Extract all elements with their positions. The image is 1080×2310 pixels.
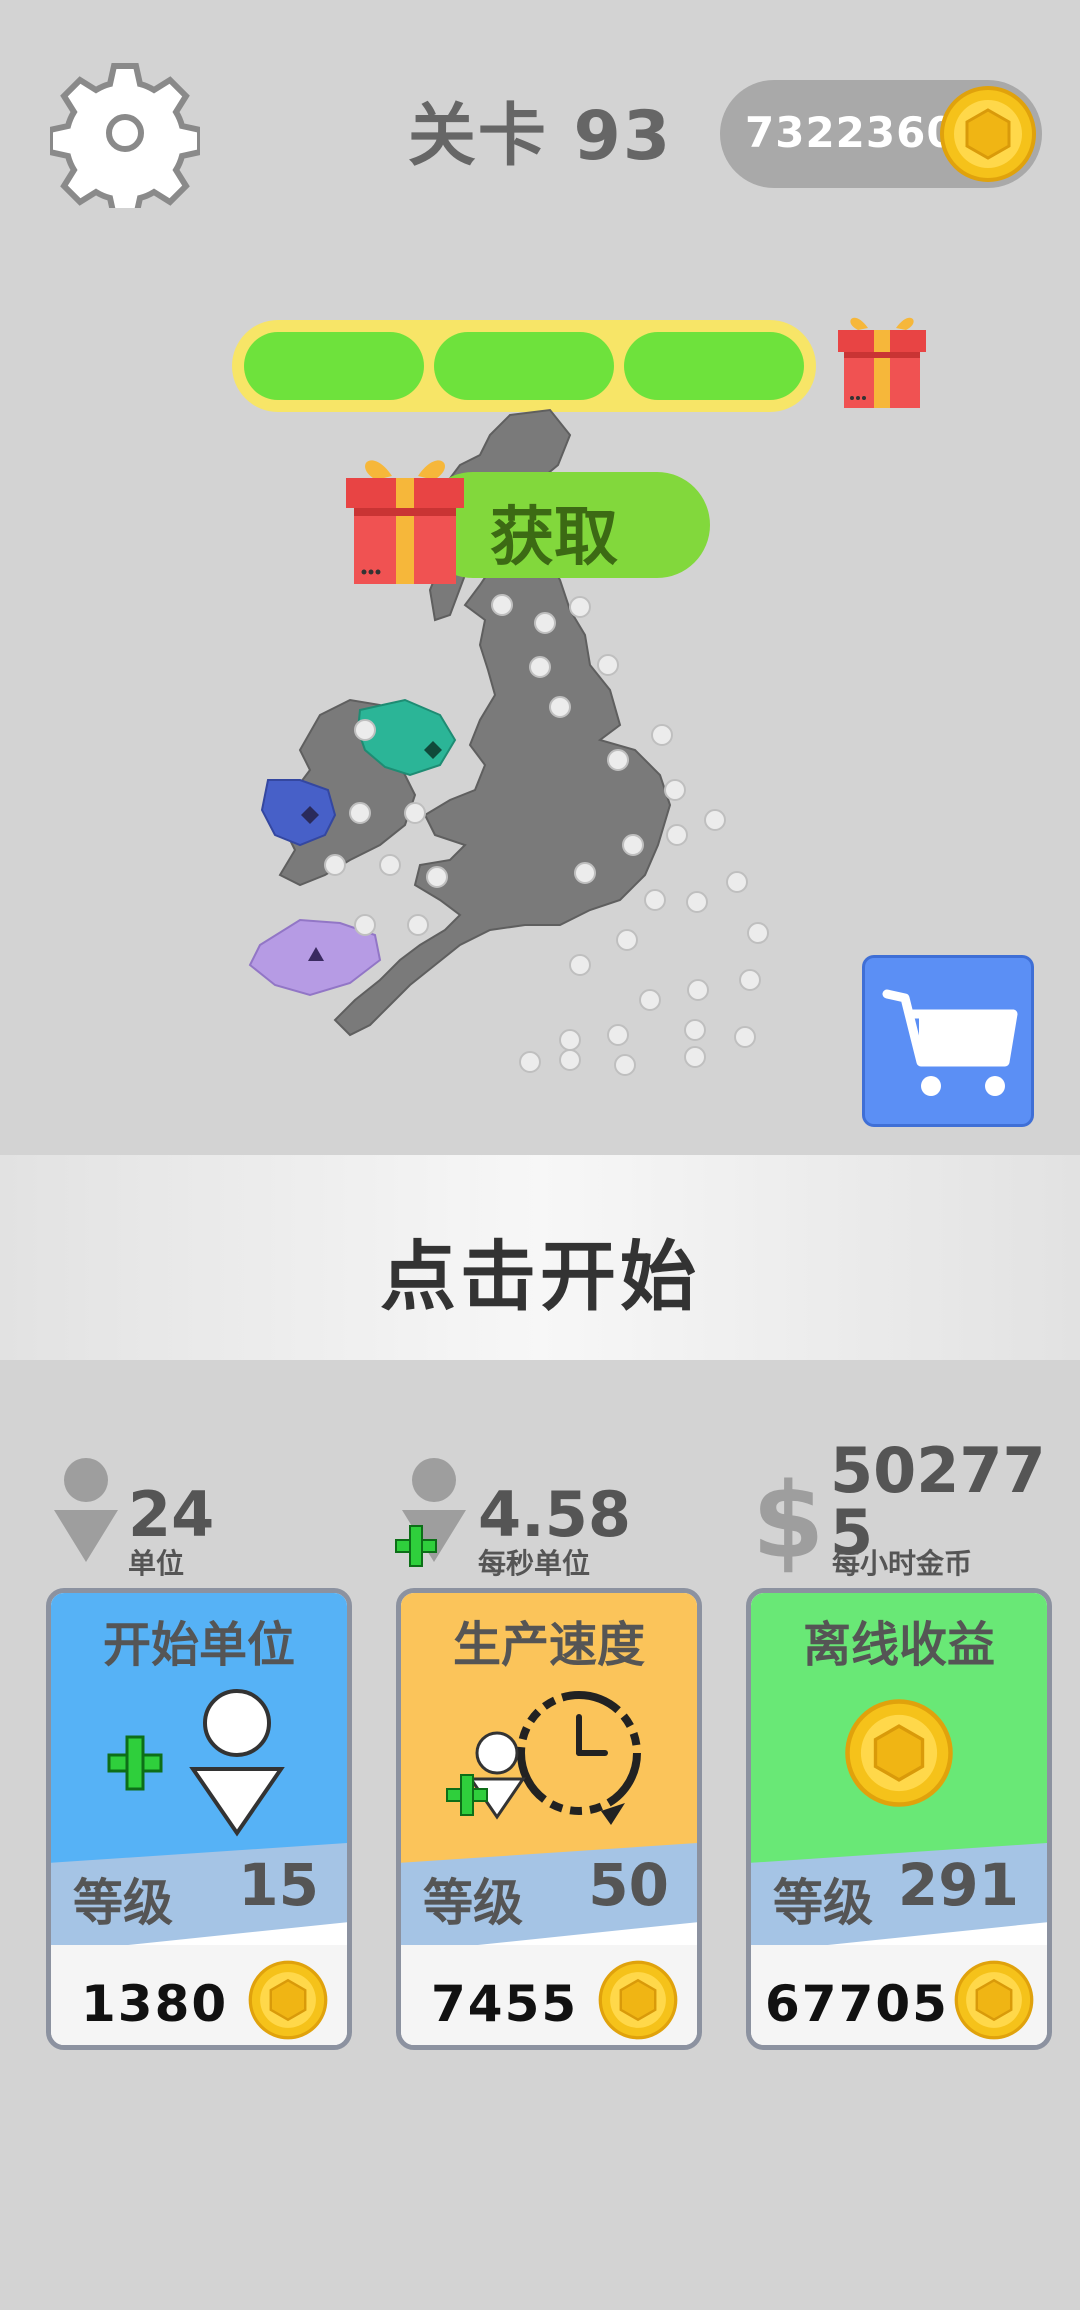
upgrade-card-start-units[interactable]: 开始单位 等级 15 1380 [46,1588,352,2050]
tap-to-start-label: 点击开始 [380,1232,700,1321]
level-progress-bar [232,320,816,412]
upgrade-card-title: 开始单位 [102,1617,295,1673]
level-label: 等级 [773,1874,873,1932]
stat-units-value: 24 [128,1478,215,1551]
gold-coin-icon [938,84,1038,184]
upgrade-cost: 1380 [81,1975,229,2033]
stat-speed-value: 4.58 [478,1478,631,1551]
upgrade-cost: 7455 [431,1975,579,2033]
dollar-icon: $ [752,1460,825,1582]
upgrade-card-title: 离线收益 [802,1617,995,1673]
level-value: 50 [588,1851,669,1919]
gear-icon [47,63,203,219]
level-value: 291 [897,1851,1019,1919]
upgrade-card-offline-income[interactable]: 离线收益 等级 291 67705 [746,1588,1052,2050]
person-icon [52,1458,122,1568]
add-unit-icon [101,1689,301,1839]
captured-region-blue[interactable] [260,779,337,847]
level-label: 等级 [73,1874,173,1932]
person-plus-icon [392,1458,472,1568]
progress-segment [624,332,804,400]
level-label: 等级 [423,1874,523,1932]
progress-segment [244,332,424,400]
claim-reward-label: 获取 [490,501,618,575]
progress-segment [434,332,614,400]
coin-balance-value: 7322360 [745,108,957,157]
level-title: 关卡 93 [407,97,673,176]
level-value: 15 [238,1851,319,1919]
gift-icon[interactable] [834,300,930,410]
gift-icon[interactable] [342,440,468,586]
upgrade-card-production-speed[interactable]: 生产速度 等级 50 7455 [396,1588,702,2050]
settings-button[interactable] [47,58,203,219]
gold-coin-icon [843,1697,955,1809]
gold-coin-icon [953,1959,1035,2041]
speed-clock-icon [441,1683,661,1833]
upgrade-card-title: 生产速度 [452,1617,645,1673]
gold-coin-icon [597,1959,679,2041]
stat-speed-label: 每秒单位 [478,1547,591,1580]
stat-income-label: 每小时金币 [832,1547,973,1580]
gold-coin-icon [247,1959,329,2041]
stat-units-label: 单位 [128,1547,185,1580]
shopping-cart-icon [882,989,1018,1096]
upgrade-cost: 67705 [765,1975,949,2033]
shop-button[interactable] [862,955,1034,1127]
